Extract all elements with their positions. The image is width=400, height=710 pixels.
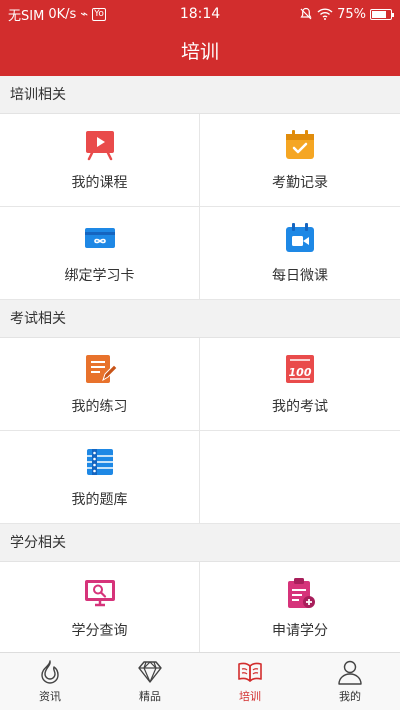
battery-icon xyxy=(370,8,394,20)
tab-label: 资讯 xyxy=(39,690,61,703)
menu-item-apply-credit[interactable]: 申请学分 xyxy=(200,562,400,652)
menu-item-label: 考勤记录 xyxy=(272,175,328,191)
card-icon xyxy=(84,228,115,248)
menu-item-label: 申请学分 xyxy=(272,623,328,639)
notepad-pencil-icon xyxy=(85,355,117,383)
menu-item-label: 我的题库 xyxy=(71,492,128,508)
app-badge: Yo xyxy=(92,7,106,21)
tab-me[interactable]: 我的 xyxy=(300,653,400,710)
section-title-credits: 学分相关 xyxy=(0,524,400,562)
menu-item-label: 绑定学习卡 xyxy=(64,268,135,284)
video-board-icon xyxy=(85,131,114,161)
monitor-search-icon xyxy=(84,580,115,607)
question-bank-icon xyxy=(86,449,113,475)
book-icon xyxy=(238,662,262,682)
tab-training[interactable]: 培训 xyxy=(200,653,300,710)
bottom-tab-bar: 资讯 精品 培训 我的 xyxy=(0,652,400,710)
menu-item-label: 我的考试 xyxy=(272,399,328,415)
flame-icon xyxy=(41,660,59,684)
menu-item-daily-lesson[interactable]: 每日微课 xyxy=(200,207,400,300)
app-header: 无SIM 0K/s ⌁ Yo 18:14 75% 培训 xyxy=(0,0,400,76)
section-title-exam: 考试相关 xyxy=(0,300,400,338)
menu-item-credit-query[interactable]: 学分查询 xyxy=(0,562,200,652)
wifi-icon xyxy=(317,8,333,20)
diamond-icon xyxy=(138,661,162,683)
menu-item-my-courses[interactable]: 我的课程 xyxy=(0,114,200,207)
battery-percent: 75% xyxy=(337,6,366,22)
score-100-icon: 100 xyxy=(286,355,314,383)
menu-item-label: 学分查询 xyxy=(71,623,128,639)
clipboard-apply-icon xyxy=(288,578,315,608)
carrier-text: 无SIM xyxy=(8,8,45,24)
calendar-check-icon xyxy=(286,130,314,159)
menu-item-label: 每日微课 xyxy=(272,268,328,284)
page-title: 培训 xyxy=(180,41,219,63)
svg-text:100: 100 xyxy=(289,366,312,379)
tab-label: 我的 xyxy=(339,690,361,703)
menu-item-label: 我的练习 xyxy=(71,399,128,415)
tab-label: 精品 xyxy=(139,690,161,703)
empty-cell xyxy=(200,431,400,524)
menu-item-attendance[interactable]: 考勤记录 xyxy=(200,114,400,207)
usb-icon: ⌁ xyxy=(80,6,89,22)
menu-item-question-bank[interactable]: 我的题库 xyxy=(0,431,200,524)
section-grid-exam: 我的练习 100 我的考试 我的题库 xyxy=(0,338,400,524)
menu-item-my-exam[interactable]: 100 我的考试 xyxy=(200,338,400,431)
section-grid-credits: 学分查询 申请学分 xyxy=(0,562,400,652)
user-icon xyxy=(338,660,362,685)
network-speed: 0K/s xyxy=(48,6,77,22)
section-title-training: 培训相关 xyxy=(0,76,400,114)
tab-premium[interactable]: 精品 xyxy=(100,653,200,710)
tab-news[interactable]: 资讯 xyxy=(0,653,100,710)
menu-item-my-practice[interactable]: 我的练习 xyxy=(0,338,200,431)
status-left: 无SIM 0K/s ⌁ Yo xyxy=(8,5,106,24)
status-right: 75% xyxy=(299,6,394,22)
menu-item-bind-card[interactable]: 绑定学习卡 xyxy=(0,207,200,300)
video-camera-icon xyxy=(286,223,314,252)
mute-bell-icon xyxy=(300,7,312,20)
menu-item-label: 我的课程 xyxy=(71,175,128,191)
section-grid-training: 我的课程 考勤记录 绑定学习卡 每日微课 xyxy=(0,114,400,300)
main-content: 培训相关 我的课程 考勤记录 绑定学习卡 每日微课 考试相关 我的练习 100 … xyxy=(0,76,400,652)
tab-label: 培训 xyxy=(239,690,261,703)
status-bar: 无SIM 0K/s ⌁ Yo 18:14 75% xyxy=(0,0,400,28)
